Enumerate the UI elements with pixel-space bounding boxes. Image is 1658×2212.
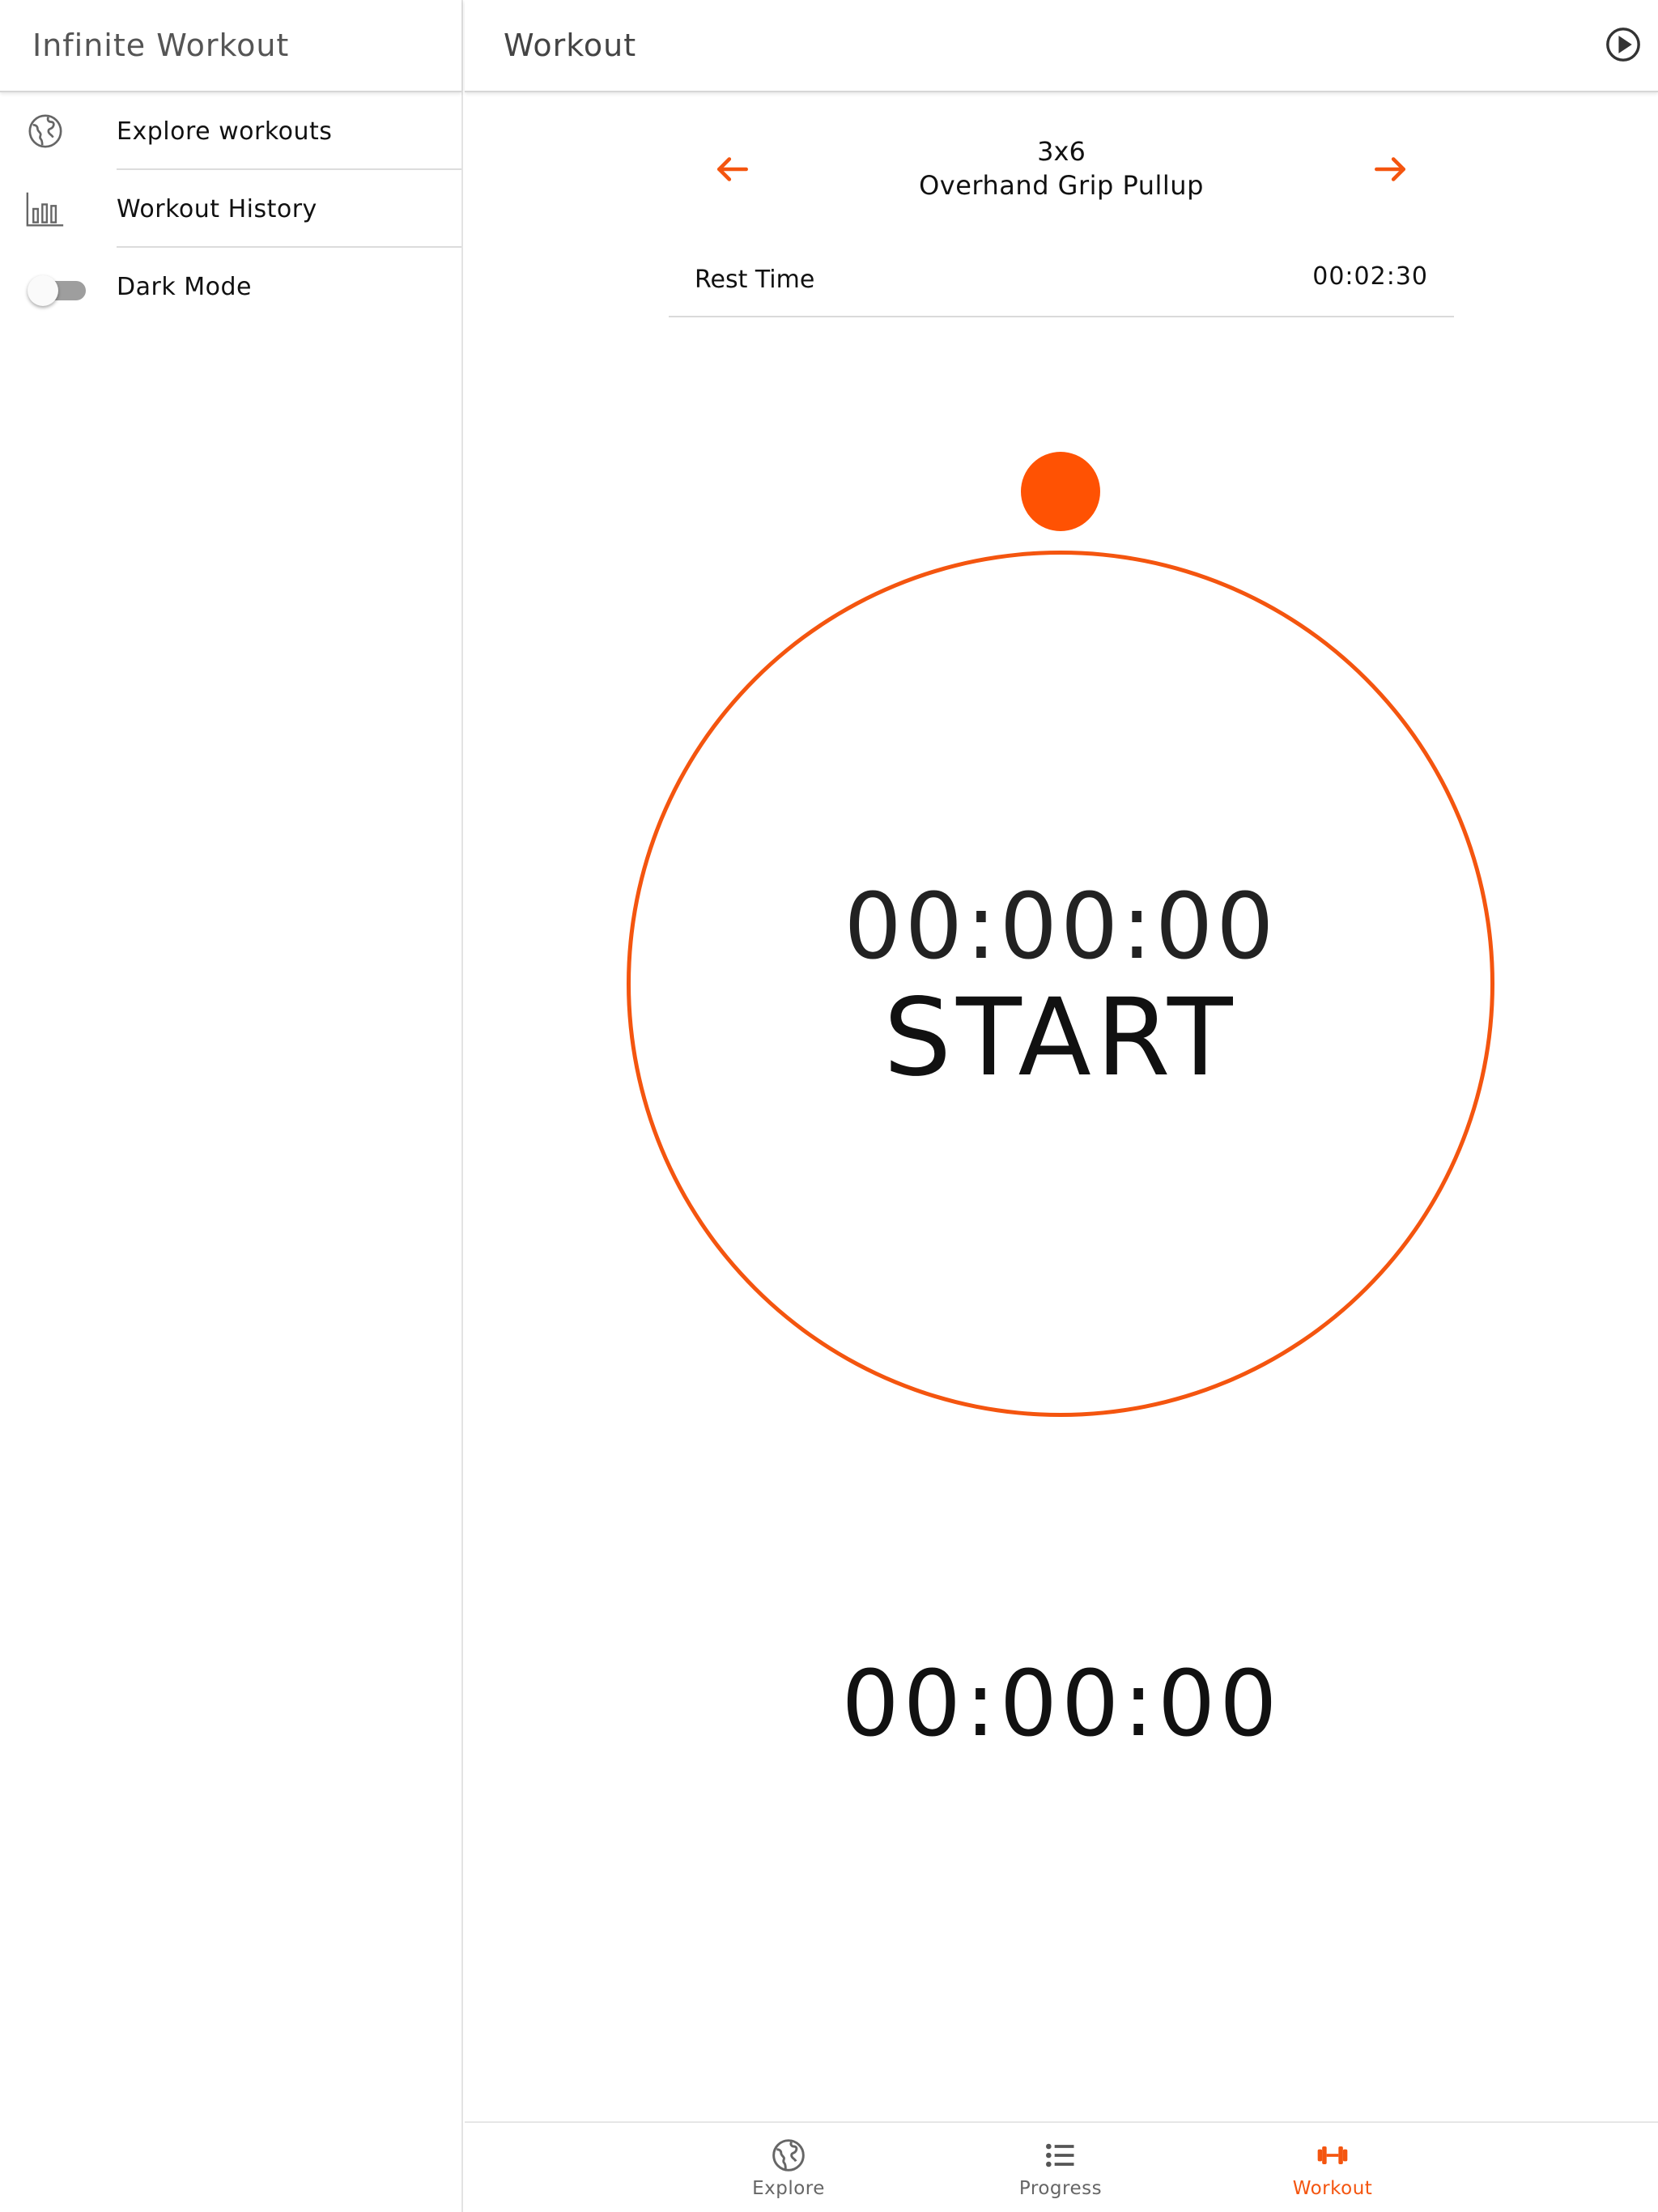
list-icon <box>1046 2143 1074 2167</box>
page-title: Workout <box>504 28 637 63</box>
sidebar-header: Infinite Workout <box>0 0 461 92</box>
rest-time-label: Rest Time <box>695 266 815 294</box>
exercise-info: 3x6 Overhand Grip Pullup <box>465 134 1658 202</box>
exercise-name: Overhand Grip Pullup <box>919 170 1204 201</box>
total-workout-timer: 00:00:00 <box>841 1652 1282 1757</box>
globe-icon <box>24 110 66 152</box>
start-label: START <box>883 976 1238 1100</box>
bottom-tab-bar: Explore Progress Workout <box>465 2121 1658 2212</box>
app-title: Infinite Workout <box>32 28 290 63</box>
sidebar: Infinite Workout Explore workouts Workou… <box>0 0 463 2212</box>
tab-explore[interactable]: Explore <box>708 2138 869 2210</box>
tab-label: Progress <box>1018 2178 1103 2199</box>
set-timer: 00:00:00 <box>844 874 1278 980</box>
sidebar-item-label: Workout History <box>117 194 317 223</box>
toggle-thumb <box>28 275 58 306</box>
bar-chart-icon <box>24 188 66 230</box>
main-panel: Workout 3x6 Overhand Grip Pullup Rest Ti… <box>465 0 1658 2212</box>
rest-time-row[interactable]: Rest Time 00:02:30 <box>669 243 1454 317</box>
dark-mode-toggle[interactable] <box>28 274 87 306</box>
globe-icon <box>772 2139 805 2172</box>
exercise-sets: 3x6 <box>1037 136 1086 167</box>
sidebar-item-label: Dark Mode <box>117 272 252 301</box>
sidebar-item-label: Explore workouts <box>117 117 333 146</box>
tab-progress[interactable]: Progress <box>980 2138 1141 2210</box>
tab-label: Workout <box>1292 2178 1373 2199</box>
timer-start-button[interactable]: 00:00:00 START <box>627 551 1494 1417</box>
play-circle-icon[interactable] <box>1605 26 1642 63</box>
exercise-navigator: 3x6 Overhand Grip Pullup <box>465 130 1658 211</box>
sidebar-item-dark-mode: Dark Mode <box>0 248 461 325</box>
top-bar: Workout <box>465 0 1658 92</box>
arrow-right-icon[interactable] <box>1370 149 1410 189</box>
dumbbell-icon <box>1317 2146 1348 2164</box>
tab-label: Explore <box>752 2178 825 2199</box>
rest-time-value: 00:02:30 <box>1312 262 1428 291</box>
sidebar-item-history[interactable]: Workout History <box>0 170 461 248</box>
progress-indicator-dot <box>1021 452 1100 531</box>
sidebar-item-explore[interactable]: Explore workouts <box>0 92 461 170</box>
tab-workout[interactable]: Workout <box>1252 2138 1414 2210</box>
